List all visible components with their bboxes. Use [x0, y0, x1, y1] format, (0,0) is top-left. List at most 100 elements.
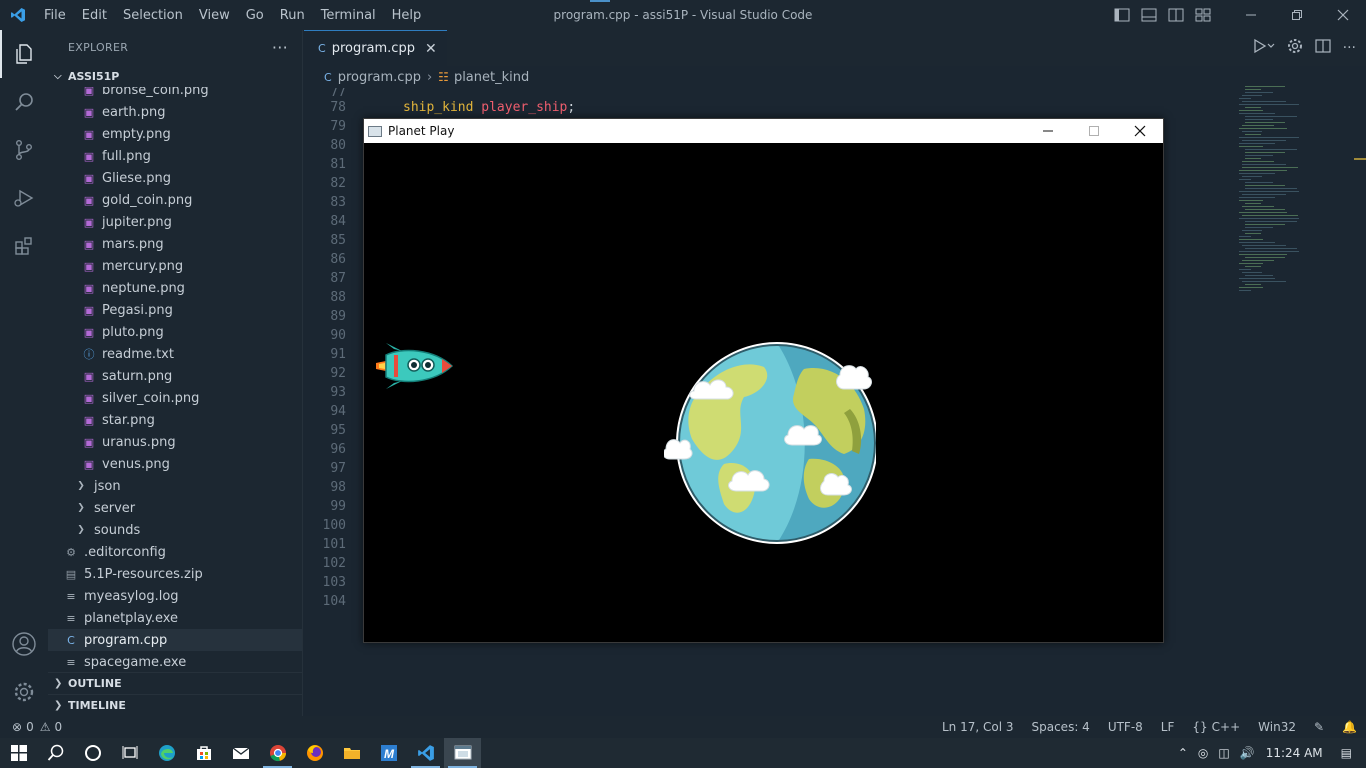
- file-item[interactable]: ▣ venus.png: [48, 453, 302, 475]
- minimize-button[interactable]: [1228, 0, 1274, 30]
- customize-layout-icon[interactable]: [1189, 0, 1216, 30]
- manage-gear-icon[interactable]: [0, 668, 48, 716]
- outline-section[interactable]: ❯ OUTLINE: [48, 672, 302, 694]
- game-canvas[interactable]: [364, 143, 1163, 642]
- file-explorer-icon[interactable]: [333, 738, 370, 768]
- file-item[interactable]: ▣ mercury.png: [48, 255, 302, 277]
- notifications-bell-icon[interactable]: 🔔: [1333, 720, 1366, 734]
- search-icon[interactable]: [37, 738, 74, 768]
- menu-edit[interactable]: Edit: [74, 8, 115, 23]
- end-of-line[interactable]: LF: [1152, 720, 1184, 734]
- mail-icon[interactable]: [222, 738, 259, 768]
- game-minimize-button[interactable]: [1025, 119, 1071, 143]
- account-icon[interactable]: [0, 620, 48, 668]
- file-item[interactable]: ▣ saturn.png: [48, 365, 302, 387]
- extensions-icon[interactable]: [0, 222, 48, 270]
- file-item[interactable]: ⓘ readme.txt: [48, 343, 302, 365]
- folder-item[interactable]: ❯ server: [48, 497, 302, 519]
- planet-play-icon[interactable]: [444, 738, 481, 768]
- m-app-icon[interactable]: M: [370, 738, 407, 768]
- folder-item[interactable]: ❯ sounds: [48, 519, 302, 541]
- file-item[interactable]: ▣ pluto.png: [48, 321, 302, 343]
- vscode-icon[interactable]: [407, 738, 444, 768]
- show-hidden-icons-icon[interactable]: ⌃: [1173, 746, 1193, 760]
- breadcrumb-symbol[interactable]: planet_kind: [454, 70, 529, 85]
- source-control-icon[interactable]: [0, 126, 48, 174]
- cursor-position[interactable]: Ln 17, Col 3: [933, 720, 1023, 734]
- file-item[interactable]: ▣ uranus.png: [48, 431, 302, 453]
- run-debug-icon[interactable]: [0, 174, 48, 222]
- file-item[interactable]: ▣ Pegasi.png: [48, 299, 302, 321]
- run-code-icon[interactable]: [1253, 38, 1275, 58]
- menu-view[interactable]: View: [191, 8, 238, 23]
- menu-run[interactable]: Run: [272, 8, 313, 23]
- breadcrumb-file[interactable]: program.cpp: [338, 70, 421, 85]
- menu-selection[interactable]: Selection: [115, 8, 191, 23]
- action-center-icon[interactable]: ▤: [1337, 746, 1366, 760]
- file-item[interactable]: ≡ planetplay.exe: [48, 607, 302, 629]
- file-item[interactable]: ▣ neptune.png: [48, 277, 302, 299]
- encoding[interactable]: UTF-8: [1099, 720, 1152, 734]
- file-item[interactable]: ▣ silver_coin.png: [48, 387, 302, 409]
- planet-play-titlebar[interactable]: Planet Play: [364, 119, 1163, 143]
- file-item[interactable]: ⚙ .editorconfig: [48, 541, 302, 563]
- tab-program-cpp[interactable]: C program.cpp ✕: [304, 30, 447, 66]
- timeline-section[interactable]: ❯ TIMELINE: [48, 694, 302, 716]
- search-icon[interactable]: [0, 78, 48, 126]
- file-item[interactable]: ▣ empty.png: [48, 123, 302, 145]
- file-item[interactable]: ▤ 5.1P-resources.zip: [48, 563, 302, 585]
- file-item[interactable]: Cprogram.cpp: [48, 629, 302, 651]
- task-view-icon[interactable]: [111, 738, 148, 768]
- toggle-sidebar-icon[interactable]: [1108, 0, 1135, 30]
- menu-go[interactable]: Go: [238, 8, 272, 23]
- file-item[interactable]: ▣ Gliese.png: [48, 167, 302, 189]
- more-actions-icon[interactable]: ···: [1343, 40, 1356, 56]
- file-item[interactable]: ▣ earth.png: [48, 101, 302, 123]
- platform[interactable]: Win32: [1249, 720, 1305, 734]
- restore-button[interactable]: [1274, 0, 1320, 30]
- planet-play-window[interactable]: Planet Play: [363, 118, 1164, 643]
- file-item[interactable]: ▣ bronse_coin.png: [48, 87, 302, 101]
- file-item[interactable]: ▣ full.png: [48, 145, 302, 167]
- close-button[interactable]: [1320, 0, 1366, 30]
- minimap-line: [1239, 239, 1263, 240]
- menu-help[interactable]: Help: [384, 8, 430, 23]
- settings-gear-icon[interactable]: [1287, 38, 1303, 58]
- menu-file[interactable]: File: [36, 8, 74, 23]
- chevron-right-icon: ❯: [77, 525, 85, 535]
- close-tab-icon[interactable]: ✕: [425, 41, 437, 57]
- tray-app-icon[interactable]: ◎: [1193, 746, 1213, 760]
- minimap[interactable]: [1239, 86, 1309, 316]
- file-item[interactable]: ≡ myeasylog.log: [48, 585, 302, 607]
- store-icon[interactable]: [185, 738, 222, 768]
- split-editor-icon[interactable]: [1315, 38, 1331, 58]
- folder-header[interactable]: ⌵ ASSI51P: [48, 65, 302, 87]
- game-close-button[interactable]: [1117, 119, 1163, 143]
- cortana-icon[interactable]: [74, 738, 111, 768]
- toggle-panel-icon[interactable]: [1135, 0, 1162, 30]
- firefox-icon[interactable]: [296, 738, 333, 768]
- file-item[interactable]: ▣ jupiter.png: [48, 211, 302, 233]
- file-item[interactable]: ▣ mars.png: [48, 233, 302, 255]
- clock-time[interactable]: 11:24 AM: [1260, 746, 1337, 760]
- edge-icon[interactable]: [148, 738, 185, 768]
- windows-start-icon[interactable]: [0, 738, 37, 768]
- volume-icon[interactable]: 🔊: [1235, 746, 1260, 760]
- indentation[interactable]: Spaces: 4: [1023, 720, 1099, 734]
- more-actions-icon[interactable]: ···: [272, 38, 288, 57]
- file-item[interactable]: ▣ star.png: [48, 409, 302, 431]
- menu-terminal[interactable]: Terminal: [313, 8, 384, 23]
- feedback-icon[interactable]: ✎: [1305, 720, 1333, 734]
- game-maximize-button[interactable]: [1071, 119, 1117, 143]
- problems-indicator[interactable]: ⊗ 0 ⚠ 0: [0, 720, 62, 734]
- toggle-secondary-sidebar-icon[interactable]: [1162, 0, 1189, 30]
- folder-item[interactable]: ❯ json: [48, 475, 302, 497]
- network-icon[interactable]: ◫: [1213, 746, 1234, 760]
- file-item[interactable]: ≡ spacegame.exe: [48, 651, 302, 673]
- file-item[interactable]: ▣ gold_coin.png: [48, 189, 302, 211]
- chrome-icon[interactable]: [259, 738, 296, 768]
- language-mode[interactable]: {} C++: [1183, 720, 1249, 734]
- line-number: 89: [330, 309, 346, 324]
- explorer-icon[interactable]: [0, 30, 48, 78]
- minimap-line: [1239, 170, 1287, 171]
